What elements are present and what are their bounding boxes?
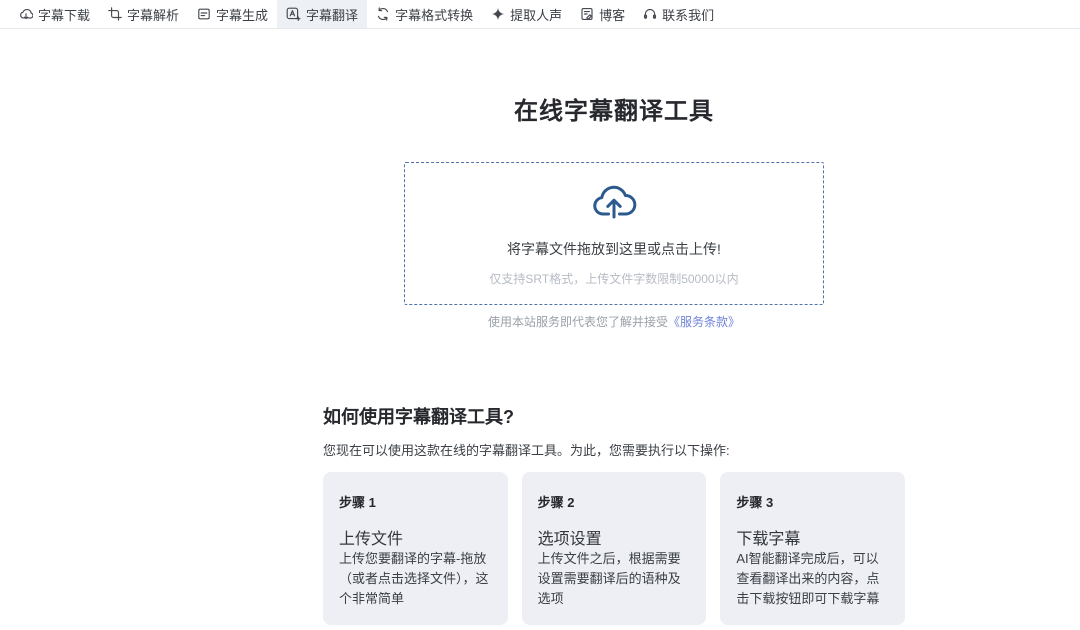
step-label: 步骤 2 xyxy=(537,495,575,510)
translate-icon xyxy=(286,7,301,21)
terms-prefix-text: 使用本站服务即代表您了解并接受 xyxy=(487,315,668,329)
nav-item-contact-us[interactable]: 联系我们 xyxy=(634,0,723,28)
page-title: 在线字幕翻译工具 xyxy=(514,98,714,125)
top-navbar: 字幕下载 字幕解析 字幕生成 字幕翻译 字幕格式转换 提取人声 博客 联系我们 xyxy=(0,0,1080,29)
howto-description: 您现在可以使用这款在线的字幕翻译工具。为此，您需要执行以下操作: xyxy=(323,443,730,458)
main-content: 在线字幕翻译工具 将字幕文件拖放到这里或点击上传! 仅支持SRT格式，上传文件字… xyxy=(323,91,906,625)
howto-heading: 如何使用字幕翻译工具? xyxy=(323,407,514,427)
generate-icon xyxy=(197,7,211,21)
terms-of-service-link[interactable]: 《服务条款》 xyxy=(668,315,740,329)
sparkle-icon xyxy=(491,7,505,21)
nav-item-subtitle-download[interactable]: 字幕下载 xyxy=(10,0,99,28)
step-body: 上传您要翻译的字幕-拖放（或者点击选择文件），这个非常简单 xyxy=(339,551,489,607)
nav-item-extract-vocals[interactable]: 提取人声 xyxy=(482,0,571,28)
step-label: 步骤 3 xyxy=(736,495,774,510)
upload-hint-text: 仅支持SRT格式，上传文件字数限制50000以内 xyxy=(489,271,739,286)
cloud-upload-icon xyxy=(590,181,638,226)
nav-item-label: 字幕格式转换 xyxy=(395,7,474,23)
headset-icon xyxy=(643,7,657,21)
step-body: AI智能翻译完成后，可以查看翻译出来的内容，点击下载按钮即可下载字幕 xyxy=(736,551,880,607)
step-card-3: 步骤 3 下载字幕 AI智能翻译完成后，可以查看翻译出来的内容，点击下载按钮即可… xyxy=(720,472,906,625)
nav-item-label: 博客 xyxy=(599,7,626,23)
step-title: 选项设置 xyxy=(537,531,602,548)
nav-item-subtitle-translate[interactable]: 字幕翻译 xyxy=(277,0,368,28)
nav-item-label: 字幕翻译 xyxy=(306,7,359,23)
upload-dropzone[interactable]: 将字幕文件拖放到这里或点击上传! 仅支持SRT格式，上传文件字数限制50000以… xyxy=(404,162,824,305)
step-body: 上传文件之后，根据需要设置需要翻译后的语种及选项 xyxy=(537,551,681,607)
nav-item-subtitle-format-convert[interactable]: 字幕格式转换 xyxy=(367,0,482,28)
nav-item-label: 提取人声 xyxy=(510,7,563,23)
howto-section: 如何使用字幕翻译工具? 您现在可以使用这款在线的字幕翻译工具。为此，您需要执行以… xyxy=(323,403,906,625)
cloud-download-icon xyxy=(19,7,33,21)
nav-item-label: 字幕生成 xyxy=(216,7,269,23)
nav-item-blog[interactable]: 博客 xyxy=(571,0,634,28)
step-card-2: 步骤 2 选项设置 上传文件之后，根据需要设置需要翻译后的语种及选项 xyxy=(521,472,707,625)
step-title: 上传文件 xyxy=(339,531,404,548)
howto-steps: 步骤 1 上传文件 上传您要翻译的字幕-拖放（或者点击选择文件），这个非常简单 … xyxy=(323,472,906,625)
nav-item-subtitle-generate[interactable]: 字幕生成 xyxy=(188,0,277,28)
terms-line: 使用本站服务即代表您了解并接受《服务条款》 xyxy=(323,313,905,330)
step-card-1: 步骤 1 上传文件 上传您要翻译的字幕-拖放（或者点击选择文件），这个非常简单 xyxy=(323,472,508,625)
parse-icon xyxy=(108,7,122,21)
step-label: 步骤 1 xyxy=(339,495,376,510)
nav-item-subtitle-parse[interactable]: 字幕解析 xyxy=(99,0,188,28)
nav-item-label: 字幕解析 xyxy=(127,7,180,23)
blog-icon xyxy=(580,7,594,21)
convert-icon xyxy=(376,7,390,21)
nav-item-label: 字幕下载 xyxy=(38,7,91,23)
upload-main-text: 将字幕文件拖放到这里或点击上传! xyxy=(507,240,721,257)
step-title: 下载字幕 xyxy=(736,531,801,548)
nav-item-label: 联系我们 xyxy=(662,7,715,23)
